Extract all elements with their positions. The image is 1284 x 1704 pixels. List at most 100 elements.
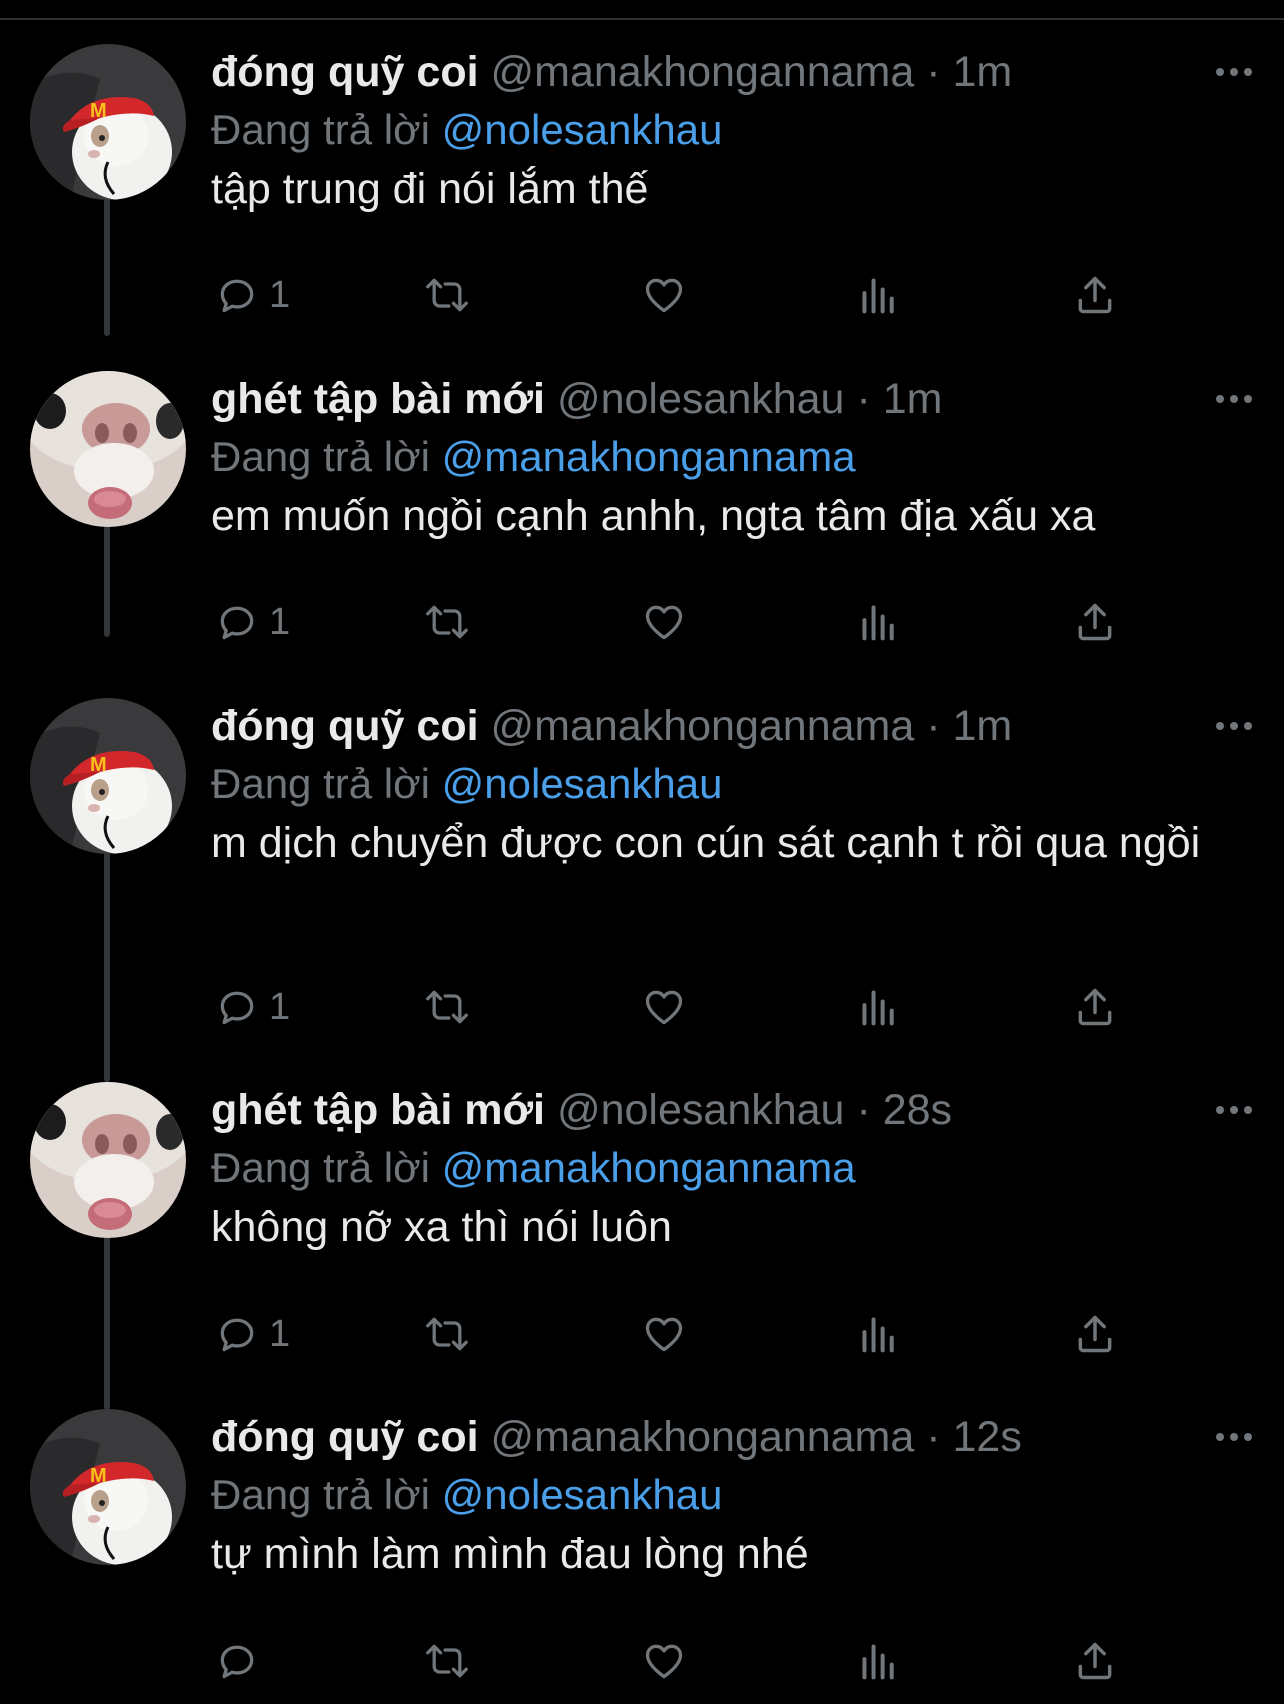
svg-text:M: M — [90, 100, 107, 122]
like-button[interactable] — [641, 265, 687, 325]
timestamp[interactable]: 12s — [953, 1413, 1022, 1461]
more-dots-icon — [1216, 1433, 1252, 1441]
replying-to-label: Đang trả lời — [211, 433, 430, 480]
tweet-header: đóng quỹ coi @manakhongannama · 1m — [211, 696, 1254, 756]
reply-icon — [220, 279, 254, 313]
rabbit-with-red-cap-icon: M — [30, 1409, 186, 1565]
replying-to-label: Đang trả lời — [211, 760, 430, 807]
top-divider — [0, 18, 1284, 20]
replying-to: Đang trả lời @nolesankhau — [211, 756, 1254, 812]
heart-icon — [645, 1317, 683, 1352]
more-dots-icon — [1216, 722, 1252, 730]
more-options-button[interactable] — [1194, 696, 1254, 756]
svg-text:M: M — [90, 754, 107, 776]
like-button[interactable] — [641, 1304, 687, 1364]
analytics-icon — [862, 1317, 894, 1353]
display-name[interactable]: đóng quỹ coi — [211, 48, 479, 96]
like-button[interactable] — [641, 592, 687, 652]
views-button[interactable] — [859, 977, 899, 1037]
rabbit-with-red-cap-icon: M — [30, 44, 186, 200]
reply-count: 1 — [269, 1312, 291, 1355]
heart-icon — [645, 990, 683, 1025]
tweet-text: tập trung đi nói lắm thế — [211, 165, 649, 213]
svg-text:M: M — [90, 1465, 107, 1487]
more-options-button[interactable] — [1194, 1407, 1254, 1467]
reply-icon — [220, 1318, 254, 1352]
avatar[interactable]: M — [30, 44, 186, 200]
avatar[interactable]: M — [30, 698, 186, 854]
retweet-button[interactable] — [423, 1304, 471, 1364]
like-button[interactable] — [641, 1631, 687, 1691]
avatar[interactable] — [30, 1082, 186, 1238]
display-name[interactable]: đóng quỹ coi — [211, 702, 479, 750]
display-name[interactable]: đóng quỹ coi — [211, 1413, 479, 1461]
tweet-text: không nỡ xa thì nói luôn — [211, 1203, 672, 1251]
reply-button[interactable]: 1 — [215, 977, 290, 1037]
like-button[interactable] — [641, 977, 687, 1037]
retweet-button[interactable] — [423, 592, 471, 652]
more-options-button[interactable] — [1194, 369, 1254, 429]
analytics-icon — [862, 1644, 894, 1680]
replying-to-link[interactable]: @manakhongannama — [442, 433, 856, 480]
reply-icon — [220, 1645, 254, 1679]
handle[interactable]: @manakhongannama — [491, 1413, 915, 1461]
tweet-actions — [211, 1631, 1141, 1691]
replying-to-link[interactable]: @nolesankhau — [442, 106, 723, 153]
handle[interactable]: @manakhongannama — [491, 702, 915, 750]
replying-to-label: Đang trả lời — [211, 106, 430, 153]
reply-button[interactable]: 1 — [215, 1304, 290, 1364]
thread-line — [104, 523, 110, 637]
views-button[interactable] — [859, 592, 899, 652]
tweet-actions: 1 — [211, 265, 1141, 325]
tweet-text: em muốn ngồi cạnh anhh, ngta tâm địa xấu… — [211, 492, 1096, 540]
separator-dot: · — [856, 375, 871, 423]
views-button[interactable] — [859, 265, 899, 325]
replying-to-label: Đang trả lời — [211, 1471, 430, 1518]
share-button[interactable] — [1073, 265, 1117, 325]
share-button[interactable] — [1073, 1631, 1117, 1691]
retweet-icon — [426, 1644, 468, 1678]
separator-dot: · — [856, 1086, 871, 1134]
tweet-actions: 1 — [211, 1304, 1141, 1364]
timestamp[interactable]: 1m — [953, 702, 1013, 750]
views-button[interactable] — [859, 1631, 899, 1691]
retweet-button[interactable] — [423, 977, 471, 1037]
reply-button[interactable]: 1 — [215, 265, 290, 325]
more-dots-icon — [1216, 1106, 1252, 1114]
analytics-icon — [862, 278, 894, 314]
retweet-button[interactable] — [423, 265, 471, 325]
retweet-icon — [426, 605, 468, 639]
more-options-button[interactable] — [1194, 1080, 1254, 1140]
timestamp[interactable]: 28s — [883, 1086, 952, 1134]
timestamp[interactable]: 1m — [883, 375, 943, 423]
replying-to: Đang trả lời @manakhongannama — [211, 429, 1254, 485]
display-name[interactable]: ghét tập bài mới — [211, 1086, 545, 1134]
handle[interactable]: @nolesankhau — [557, 1086, 845, 1134]
share-button[interactable] — [1073, 592, 1117, 652]
handle[interactable]: @manakhongannama — [491, 48, 915, 96]
separator-dot: · — [926, 702, 941, 750]
avatar[interactable] — [30, 371, 186, 527]
separator-dot: · — [926, 1413, 941, 1461]
reply-icon — [220, 991, 254, 1025]
reply-count: 1 — [269, 985, 291, 1028]
separator-dot: · — [926, 48, 941, 96]
replying-to-link[interactable]: @nolesankhau — [442, 760, 723, 807]
display-name[interactable]: ghét tập bài mới — [211, 375, 545, 423]
timestamp[interactable]: 1m — [953, 48, 1013, 96]
reply-button[interactable] — [215, 1631, 269, 1691]
retweet-button[interactable] — [423, 1631, 471, 1691]
tweet-text: tự mình làm mình đau lòng nhé — [211, 1530, 809, 1578]
replying-to-link[interactable]: @manakhongannama — [442, 1144, 856, 1191]
share-button[interactable] — [1073, 1304, 1117, 1364]
views-button[interactable] — [859, 1304, 899, 1364]
analytics-icon — [862, 605, 894, 641]
reply-icon — [220, 606, 254, 640]
share-button[interactable] — [1073, 977, 1117, 1037]
replying-to-link[interactable]: @nolesankhau — [442, 1471, 723, 1518]
more-options-button[interactable] — [1194, 42, 1254, 102]
reply-button[interactable]: 1 — [215, 592, 290, 652]
handle[interactable]: @nolesankhau — [557, 375, 845, 423]
analytics-icon — [862, 990, 894, 1026]
avatar[interactable]: M — [30, 1409, 186, 1565]
